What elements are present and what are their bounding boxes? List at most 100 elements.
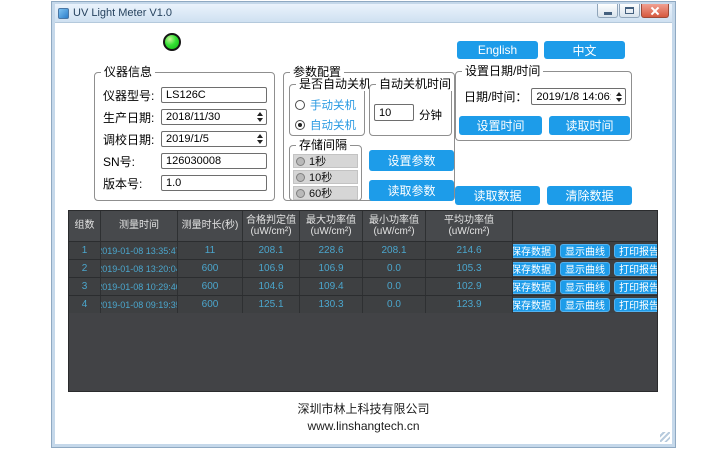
spinner-up-icon[interactable]: [257, 112, 263, 116]
save-data-button[interactable]: 保存数据: [513, 298, 556, 312]
auto-shutdown-group: 是否自动关机 手动关机 自动关机: [289, 84, 365, 136]
save-data-button[interactable]: 保存数据: [513, 262, 556, 276]
table-row[interactable]: 3 2019-01-08 10:29:40 600 104.6 109.4 0.…: [69, 277, 657, 295]
cell-actions: 保存数据 显示曲线 打印报告: [513, 278, 657, 295]
radio-checked-icon[interactable]: [295, 120, 305, 130]
show-curve-button[interactable]: 显示曲线: [560, 280, 610, 294]
app-window: UV Light Meter V1.0 English 中文 仪器信息 仪器型号…: [52, 2, 675, 447]
set-time-button[interactable]: 设置时间: [459, 116, 542, 135]
cell-max: 106.9: [300, 260, 363, 277]
cell-time: 2019-01-08 13:20:04: [101, 260, 178, 277]
header-avg: 平均功率值(uW/cm²): [426, 211, 513, 241]
cell-min: 0.0: [363, 296, 426, 313]
calibration-date-field[interactable]: [161, 131, 267, 147]
close-button[interactable]: [641, 4, 669, 18]
cell-max: 228.6: [300, 242, 363, 259]
print-report-button[interactable]: 打印报告: [614, 262, 657, 276]
save-data-button[interactable]: 保存数据: [513, 280, 556, 294]
calibration-date-input[interactable]: [162, 133, 256, 145]
print-report-button[interactable]: 打印报告: [614, 298, 657, 312]
read-params-button[interactable]: 读取参数: [369, 180, 454, 201]
chinese-button[interactable]: 中文: [544, 41, 625, 59]
manual-shutdown-option[interactable]: 手动关机: [295, 97, 364, 113]
production-date-field[interactable]: [161, 109, 267, 125]
spinner[interactable]: [256, 134, 266, 144]
datetime-label: 日期/时间：: [464, 88, 527, 105]
cell-min: 0.0: [363, 260, 426, 277]
cell-avg: 123.9: [426, 296, 513, 313]
model-row: 仪器型号:: [103, 87, 267, 103]
auto-shutdown-option[interactable]: 自动关机: [295, 117, 364, 133]
clear-data-button[interactable]: 清除数据: [547, 186, 632, 205]
cell-max: 130.3: [300, 296, 363, 313]
maximize-button[interactable]: [619, 4, 640, 18]
read-time-button[interactable]: 读取时间: [549, 116, 630, 135]
header-time: 测量时间: [101, 211, 178, 241]
status-led-icon: [163, 33, 181, 51]
title-bar[interactable]: UV Light Meter V1.0: [55, 4, 672, 23]
shutdown-time-input[interactable]: [375, 107, 413, 119]
app-icon: [58, 8, 69, 19]
datetime-row: 日期/时间：: [464, 88, 626, 105]
datetime-input[interactable]: [532, 91, 615, 103]
cell-time: 2019-01-08 10:29:40: [101, 278, 178, 295]
cell-qualified: 125.1: [243, 296, 300, 313]
cell-qualified: 104.6: [243, 278, 300, 295]
spinner-down-icon[interactable]: [257, 140, 263, 144]
print-report-button[interactable]: 打印报告: [614, 280, 657, 294]
spinner-down-icon[interactable]: [616, 98, 622, 102]
interval-10s-option[interactable]: 10秒: [293, 170, 358, 184]
version-input[interactable]: [162, 177, 266, 189]
cell-max: 109.4: [300, 278, 363, 295]
set-params-button[interactable]: 设置参数: [369, 150, 454, 171]
minimize-button[interactable]: [597, 4, 618, 18]
auto-shutdown-label: 自动关机: [310, 117, 356, 133]
radio-disabled-icon[interactable]: [296, 173, 305, 182]
read-data-button[interactable]: 读取数据: [455, 186, 540, 205]
interval-1s-option[interactable]: 1秒: [293, 154, 358, 168]
spinner-up-icon[interactable]: [257, 134, 263, 138]
radio-disabled-icon[interactable]: [296, 157, 305, 166]
model-input[interactable]: [162, 89, 266, 101]
spinner-down-icon[interactable]: [257, 118, 263, 122]
print-report-button[interactable]: 打印报告: [614, 244, 657, 258]
screen: UV Light Meter V1.0 English 中文 仪器信息 仪器型号…: [0, 0, 726, 450]
model-field[interactable]: [161, 87, 267, 103]
shutdown-time-title: 自动关机时间: [376, 77, 454, 91]
cell-duration: 600: [178, 296, 243, 313]
production-date-input[interactable]: [162, 111, 256, 123]
header-actions: [513, 211, 657, 241]
datetime-field[interactable]: [531, 88, 626, 105]
manual-shutdown-label: 手动关机: [310, 97, 356, 113]
shutdown-time-field[interactable]: [374, 104, 414, 121]
show-curve-button[interactable]: 显示曲线: [560, 244, 610, 258]
table-row[interactable]: 1 2019-01-08 13:35:47 11 208.1 228.6 208…: [69, 241, 657, 259]
table-row[interactable]: 2 2019-01-08 13:20:04 600 106.9 106.9 0.…: [69, 259, 657, 277]
show-curve-button[interactable]: 显示曲线: [560, 298, 610, 312]
sn-input[interactable]: [162, 155, 266, 167]
interval-60s-label: 60秒: [309, 185, 332, 201]
cell-duration: 11: [178, 242, 243, 259]
cell-avg: 105.3: [426, 260, 513, 277]
production-date-row: 生产日期:: [103, 109, 267, 125]
header-duration: 测量时长(秒): [178, 211, 243, 241]
version-field[interactable]: [161, 175, 267, 191]
storage-interval-title: 存储间隔: [296, 138, 350, 152]
spinner[interactable]: [256, 112, 266, 122]
spinner[interactable]: [615, 92, 625, 102]
shutdown-time-unit: 分钟: [419, 107, 442, 123]
cell-actions: 保存数据 显示曲线 打印报告: [513, 296, 657, 313]
english-button[interactable]: English: [457, 41, 538, 59]
table-row[interactable]: 4 2019-01-08 09:19:35 600 125.1 130.3 0.…: [69, 295, 657, 313]
sn-field[interactable]: [161, 153, 267, 169]
radio-disabled-icon[interactable]: [296, 189, 305, 198]
cell-actions: 保存数据 显示曲线 打印报告: [513, 260, 657, 277]
save-data-button[interactable]: 保存数据: [513, 244, 556, 258]
interval-60s-option[interactable]: 60秒: [293, 186, 358, 200]
show-curve-button[interactable]: 显示曲线: [560, 262, 610, 276]
resize-grip-icon[interactable]: [660, 432, 670, 442]
cell-group: 4: [69, 296, 101, 313]
spinner-up-icon[interactable]: [616, 92, 622, 96]
datetime-title: 设置日期/时间: [462, 64, 543, 78]
radio-icon[interactable]: [295, 100, 305, 110]
